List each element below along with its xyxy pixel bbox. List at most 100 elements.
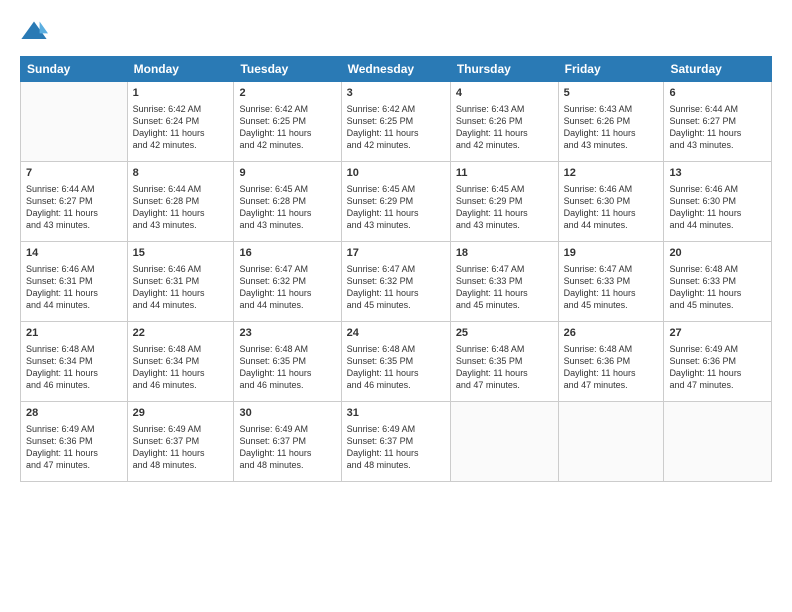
day-number: 28 bbox=[26, 406, 122, 421]
day-number: 26 bbox=[564, 326, 659, 341]
cell-info: Sunrise: 6:46 AM Sunset: 6:30 PM Dayligh… bbox=[669, 183, 766, 232]
day-number: 8 bbox=[133, 166, 229, 181]
cell-info: Sunrise: 6:45 AM Sunset: 6:29 PM Dayligh… bbox=[347, 183, 445, 232]
day-number: 11 bbox=[456, 166, 553, 181]
calendar-cell: 11 Sunrise: 6:45 AM Sunset: 6:29 PM Dayli… bbox=[450, 162, 558, 242]
cell-info: Sunrise: 6:49 AM Sunset: 6:37 PM Dayligh… bbox=[133, 423, 229, 472]
weekday-header-monday: Monday bbox=[127, 57, 234, 82]
calendar-week-row: 21 Sunrise: 6:48 AM Sunset: 6:34 PM Dayli… bbox=[21, 322, 772, 402]
cell-info: Sunrise: 6:48 AM Sunset: 6:35 PM Dayligh… bbox=[456, 343, 553, 392]
calendar-cell bbox=[21, 82, 128, 162]
day-number: 25 bbox=[456, 326, 553, 341]
weekday-header-row: SundayMondayTuesdayWednesdayThursdayFrid… bbox=[21, 57, 772, 82]
calendar-cell: 13 Sunrise: 6:46 AM Sunset: 6:30 PM Dayli… bbox=[664, 162, 772, 242]
day-number: 19 bbox=[564, 246, 659, 261]
weekday-header-saturday: Saturday bbox=[664, 57, 772, 82]
cell-info: Sunrise: 6:48 AM Sunset: 6:35 PM Dayligh… bbox=[347, 343, 445, 392]
calendar-cell: 29 Sunrise: 6:49 AM Sunset: 6:37 PM Dayli… bbox=[127, 402, 234, 482]
cell-info: Sunrise: 6:49 AM Sunset: 6:36 PM Dayligh… bbox=[26, 423, 122, 472]
day-number: 3 bbox=[347, 86, 445, 101]
day-number: 29 bbox=[133, 406, 229, 421]
cell-info: Sunrise: 6:46 AM Sunset: 6:31 PM Dayligh… bbox=[26, 263, 122, 312]
calendar-cell: 1 Sunrise: 6:42 AM Sunset: 6:24 PM Daylig… bbox=[127, 82, 234, 162]
page: SundayMondayTuesdayWednesdayThursdayFrid… bbox=[0, 0, 792, 612]
day-number: 27 bbox=[669, 326, 766, 341]
calendar-cell: 12 Sunrise: 6:46 AM Sunset: 6:30 PM Dayli… bbox=[558, 162, 664, 242]
calendar-cell: 6Sunrise: 6:44 AM Sunset: 6:27 PM Daylig… bbox=[664, 82, 772, 162]
cell-info: Sunrise: 6:44 AM Sunset: 6:27 PM Dayligh… bbox=[26, 183, 122, 232]
cell-info: Sunrise: 6:45 AM Sunset: 6:28 PM Dayligh… bbox=[239, 183, 335, 232]
day-number: 16 bbox=[239, 246, 335, 261]
cell-info: Sunrise: 6:43 AM Sunset: 6:26 PM Dayligh… bbox=[564, 103, 659, 152]
calendar-cell: 21Sunrise: 6:48 AM Sunset: 6:34 PM Dayli… bbox=[21, 322, 128, 402]
cell-info: Sunrise: 6:42 AM Sunset: 6:24 PM Dayligh… bbox=[133, 103, 229, 152]
calendar-week-row: 7 Sunrise: 6:44 AM Sunset: 6:27 PM Daylig… bbox=[21, 162, 772, 242]
calendar-cell: 27 Sunrise: 6:49 AM Sunset: 6:36 PM Dayli… bbox=[664, 322, 772, 402]
day-number: 13 bbox=[669, 166, 766, 181]
day-number: 21 bbox=[26, 326, 122, 341]
cell-info: Sunrise: 6:46 AM Sunset: 6:30 PM Dayligh… bbox=[564, 183, 659, 232]
weekday-header-wednesday: Wednesday bbox=[341, 57, 450, 82]
day-number: 1 bbox=[133, 86, 229, 101]
calendar-cell: 28 Sunrise: 6:49 AM Sunset: 6:36 PM Dayli… bbox=[21, 402, 128, 482]
calendar-week-row: 28 Sunrise: 6:49 AM Sunset: 6:36 PM Dayli… bbox=[21, 402, 772, 482]
calendar-table: SundayMondayTuesdayWednesdayThursdayFrid… bbox=[20, 56, 772, 482]
logo-icon bbox=[20, 18, 48, 46]
cell-info: Sunrise: 6:49 AM Sunset: 6:36 PM Dayligh… bbox=[669, 343, 766, 392]
calendar-cell: 23 Sunrise: 6:48 AM Sunset: 6:35 PM Dayli… bbox=[234, 322, 341, 402]
calendar-week-row: 14 Sunrise: 6:46 AM Sunset: 6:31 PM Dayli… bbox=[21, 242, 772, 322]
cell-info: Sunrise: 6:43 AM Sunset: 6:26 PM Dayligh… bbox=[456, 103, 553, 152]
cell-info: Sunrise: 6:47 AM Sunset: 6:32 PM Dayligh… bbox=[239, 263, 335, 312]
cell-info: Sunrise: 6:44 AM Sunset: 6:28 PM Dayligh… bbox=[133, 183, 229, 232]
cell-info: Sunrise: 6:48 AM Sunset: 6:36 PM Dayligh… bbox=[564, 343, 659, 392]
cell-info: Sunrise: 6:49 AM Sunset: 6:37 PM Dayligh… bbox=[239, 423, 335, 472]
calendar-cell: 30Sunrise: 6:49 AM Sunset: 6:37 PM Dayli… bbox=[234, 402, 341, 482]
day-number: 24 bbox=[347, 326, 445, 341]
cell-info: Sunrise: 6:48 AM Sunset: 6:33 PM Dayligh… bbox=[669, 263, 766, 312]
cell-info: Sunrise: 6:49 AM Sunset: 6:37 PM Dayligh… bbox=[347, 423, 445, 472]
calendar-cell: 4Sunrise: 6:43 AM Sunset: 6:26 PM Daylig… bbox=[450, 82, 558, 162]
cell-info: Sunrise: 6:47 AM Sunset: 6:32 PM Dayligh… bbox=[347, 263, 445, 312]
calendar-cell: 24 Sunrise: 6:48 AM Sunset: 6:35 PM Dayli… bbox=[341, 322, 450, 402]
calendar-cell: 8 Sunrise: 6:44 AM Sunset: 6:28 PM Daylig… bbox=[127, 162, 234, 242]
day-number: 17 bbox=[347, 246, 445, 261]
day-number: 10 bbox=[347, 166, 445, 181]
day-number: 6 bbox=[669, 86, 766, 101]
cell-info: Sunrise: 6:48 AM Sunset: 6:34 PM Dayligh… bbox=[133, 343, 229, 392]
calendar-cell bbox=[558, 402, 664, 482]
calendar-body: 1 Sunrise: 6:42 AM Sunset: 6:24 PM Daylig… bbox=[21, 82, 772, 482]
calendar-cell bbox=[664, 402, 772, 482]
day-number: 15 bbox=[133, 246, 229, 261]
weekday-header-thursday: Thursday bbox=[450, 57, 558, 82]
calendar-cell: 14 Sunrise: 6:46 AM Sunset: 6:31 PM Dayli… bbox=[21, 242, 128, 322]
cell-info: Sunrise: 6:48 AM Sunset: 6:35 PM Dayligh… bbox=[239, 343, 335, 392]
day-number: 23 bbox=[239, 326, 335, 341]
calendar-week-row: 1 Sunrise: 6:42 AM Sunset: 6:24 PM Daylig… bbox=[21, 82, 772, 162]
cell-info: Sunrise: 6:42 AM Sunset: 6:25 PM Dayligh… bbox=[239, 103, 335, 152]
calendar-cell: 25 Sunrise: 6:48 AM Sunset: 6:35 PM Dayli… bbox=[450, 322, 558, 402]
calendar-cell: 16 Sunrise: 6:47 AM Sunset: 6:32 PM Dayli… bbox=[234, 242, 341, 322]
calendar-cell: 3 Sunrise: 6:42 AM Sunset: 6:25 PM Daylig… bbox=[341, 82, 450, 162]
calendar-cell: 20 Sunrise: 6:48 AM Sunset: 6:33 PM Dayli… bbox=[664, 242, 772, 322]
day-number: 9 bbox=[239, 166, 335, 181]
calendar-cell: 17 Sunrise: 6:47 AM Sunset: 6:32 PM Dayli… bbox=[341, 242, 450, 322]
cell-info: Sunrise: 6:45 AM Sunset: 6:29 PM Dayligh… bbox=[456, 183, 553, 232]
day-number: 7 bbox=[26, 166, 122, 181]
calendar-cell: 10 Sunrise: 6:45 AM Sunset: 6:29 PM Dayli… bbox=[341, 162, 450, 242]
weekday-header-tuesday: Tuesday bbox=[234, 57, 341, 82]
calendar-cell bbox=[450, 402, 558, 482]
header bbox=[20, 18, 772, 46]
day-number: 22 bbox=[133, 326, 229, 341]
day-number: 31 bbox=[347, 406, 445, 421]
day-number: 12 bbox=[564, 166, 659, 181]
logo bbox=[20, 18, 52, 46]
calendar-cell: 2Sunrise: 6:42 AM Sunset: 6:25 PM Daylig… bbox=[234, 82, 341, 162]
calendar-cell: 18Sunrise: 6:47 AM Sunset: 6:33 PM Dayli… bbox=[450, 242, 558, 322]
day-number: 20 bbox=[669, 246, 766, 261]
cell-info: Sunrise: 6:42 AM Sunset: 6:25 PM Dayligh… bbox=[347, 103, 445, 152]
day-number: 18 bbox=[456, 246, 553, 261]
calendar-cell: 5 Sunrise: 6:43 AM Sunset: 6:26 PM Daylig… bbox=[558, 82, 664, 162]
day-number: 14 bbox=[26, 246, 122, 261]
day-number: 5 bbox=[564, 86, 659, 101]
calendar-cell: 22 Sunrise: 6:48 AM Sunset: 6:34 PM Dayli… bbox=[127, 322, 234, 402]
